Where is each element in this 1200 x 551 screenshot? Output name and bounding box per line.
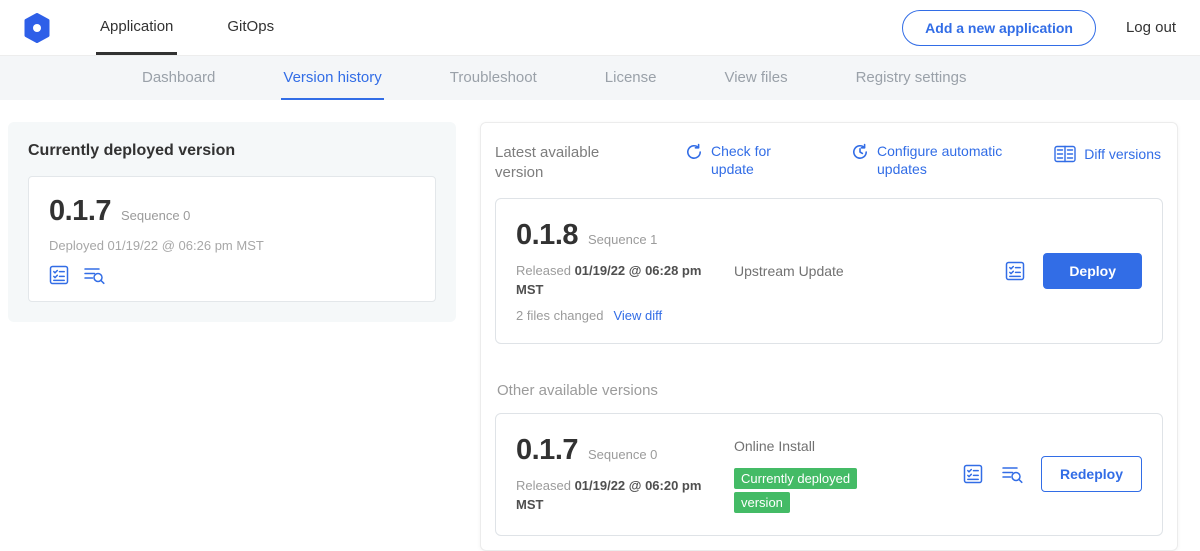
other-version-number: 0.1.7 — [516, 434, 578, 467]
deployed-date: Deployed 01/19/22 @ 06:26 pm MST — [49, 238, 415, 253]
other-sequence: Sequence 0 — [588, 447, 657, 462]
subnav-item-license[interactable]: License — [603, 56, 659, 100]
top-navbar: Application GitOps Add a new application… — [0, 0, 1200, 56]
tab-gitops-label: GitOps — [227, 18, 274, 35]
released-label: Released — [516, 263, 571, 278]
preflight-results-icon[interactable] — [83, 265, 105, 285]
deployed-sequence: Sequence 0 — [121, 208, 190, 223]
currently-deployed-card: 0.1.7 Sequence 0 Deployed 01/19/22 @ 06:… — [28, 176, 436, 302]
main-content: Currently deployed version 0.1.7 Sequenc… — [0, 100, 1200, 551]
subnav: Dashboard Version history Troubleshoot L… — [0, 56, 1200, 100]
deployed-version-number: 0.1.7 — [49, 195, 111, 228]
currently-deployed-badge: Currently deployed version — [734, 468, 857, 514]
subnav-item-troubleshoot[interactable]: Troubleshoot — [448, 56, 539, 100]
tab-application[interactable]: Application — [96, 0, 177, 55]
tab-gitops[interactable]: GitOps — [223, 0, 278, 55]
navbar-right: Add a new application Log out — [902, 0, 1176, 55]
release-notes-icon[interactable] — [1005, 261, 1025, 281]
redeploy-button[interactable]: Redeploy — [1041, 456, 1142, 492]
latest-version-number: 0.1.8 — [516, 219, 578, 252]
other-released-date: Released 01/19/22 @ 06:20 pm MST — [516, 477, 706, 515]
view-diff-link[interactable]: View diff — [613, 308, 662, 323]
subnav-item-view-files[interactable]: View files — [722, 56, 789, 100]
latest-released-date: Released 01/19/22 @ 06:28 pm MST — [516, 262, 706, 300]
add-application-button[interactable]: Add a new application — [902, 10, 1096, 46]
currently-deployed-title: Currently deployed version — [28, 142, 436, 160]
subnav-version-history-label: Version history — [283, 69, 381, 86]
diff-table-icon — [1054, 145, 1076, 163]
latest-release-card: 0.1.8 Sequence 1 Released 01/19/22 @ 06:… — [495, 198, 1163, 344]
latest-release-info: 0.1.8 Sequence 1 Released 01/19/22 @ 06:… — [516, 219, 734, 323]
other-available-versions-title: Other available versions — [497, 382, 1161, 399]
deploy-button[interactable]: Deploy — [1043, 253, 1142, 289]
subnav-item-dashboard[interactable]: Dashboard — [140, 56, 217, 100]
app-logo-hexagon-icon — [24, 13, 50, 43]
latest-sequence: Sequence 1 — [588, 232, 657, 247]
subnav-license-label: License — [605, 69, 657, 86]
configure-automatic-updates-link[interactable]: Configure automatic updates — [851, 143, 1012, 178]
deployed-actions — [49, 265, 415, 285]
latest-files-row: 2 files changed View diff — [516, 308, 734, 323]
diff-versions-link[interactable]: Diff versions — [1054, 145, 1161, 163]
release-notes-icon[interactable] — [49, 265, 69, 285]
check-for-update-link[interactable]: Check for update — [685, 143, 781, 178]
latest-source-label: Upstream Update — [734, 263, 989, 279]
sync-clock-icon — [851, 143, 869, 161]
subnav-troubleshoot-label: Troubleshoot — [450, 69, 537, 86]
refresh-icon — [685, 143, 703, 161]
subnav-item-registry-settings[interactable]: Registry settings — [854, 56, 969, 100]
deployed-badge-wrap: Currently deployed version — [734, 466, 884, 516]
subnav-view-files-label: View files — [724, 69, 787, 86]
files-changed-label: 2 files changed — [516, 308, 603, 323]
subnav-item-version-history[interactable]: Version history — [281, 56, 383, 100]
diff-versions-label: Diff versions — [1084, 146, 1161, 162]
currently-deployed-panel: Currently deployed version 0.1.7 Sequenc… — [8, 122, 456, 322]
release-notes-icon[interactable] — [963, 464, 983, 484]
deployed-version-row: 0.1.7 Sequence 0 — [49, 195, 415, 228]
other-release-card: 0.1.7 Sequence 0 Released 01/19/22 @ 06:… — [495, 413, 1163, 537]
configure-automatic-updates-label: Configure automatic updates — [877, 143, 1012, 178]
other-release-info: 0.1.7 Sequence 0 Released 01/19/22 @ 06:… — [516, 434, 734, 515]
latest-release-actions: Deploy — [1005, 253, 1142, 289]
tab-application-label: Application — [100, 18, 173, 35]
subnav-registry-settings-label: Registry settings — [856, 69, 967, 86]
app-logo[interactable] — [24, 13, 50, 43]
other-source-label: Online Install — [734, 438, 947, 454]
preflight-results-icon[interactable] — [1001, 464, 1023, 484]
logout-link[interactable]: Log out — [1126, 19, 1176, 36]
other-release-actions: Redeploy — [963, 456, 1142, 492]
latest-available-title: Latest available version — [495, 143, 615, 182]
available-header: Latest available version Check for updat… — [495, 141, 1163, 182]
released-label: Released — [516, 478, 571, 493]
check-for-update-label: Check for update — [711, 143, 781, 178]
other-source-block: Online Install Currently deployed versio… — [734, 434, 947, 516]
subnav-dashboard-label: Dashboard — [142, 69, 215, 86]
available-versions-panel: Latest available version Check for updat… — [480, 122, 1178, 551]
